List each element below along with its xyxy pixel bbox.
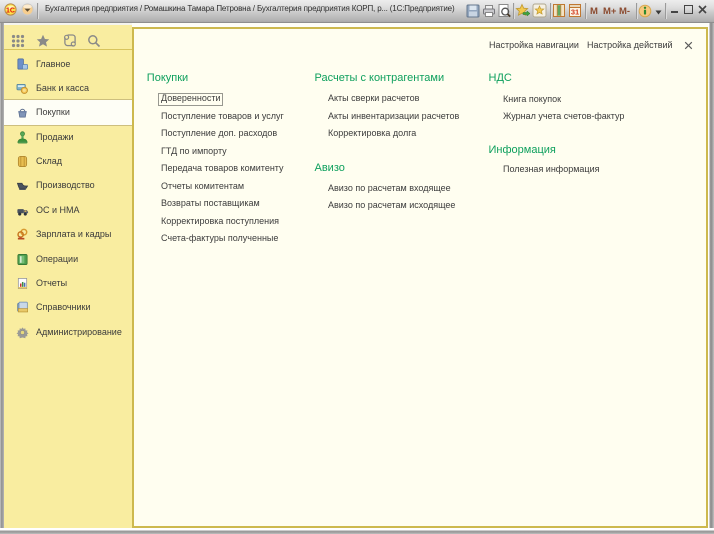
svg-text:31: 31 bbox=[571, 8, 579, 17]
svg-text:1С: 1С bbox=[6, 7, 15, 14]
